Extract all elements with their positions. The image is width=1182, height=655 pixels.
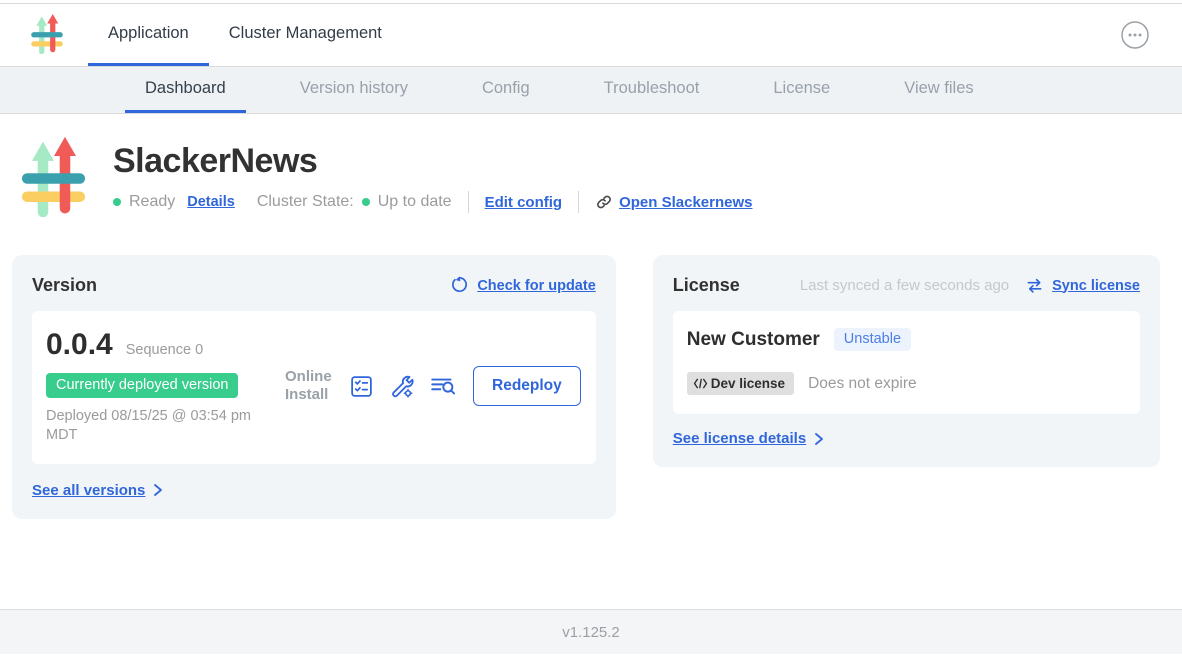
subnav-troubleshoot-label: Troubleshoot <box>604 79 700 98</box>
refresh-icon <box>450 276 469 295</box>
chevron-right-icon <box>153 483 163 497</box>
status-details-link[interactable]: Details <box>187 194 235 210</box>
subnav-dashboard-label: Dashboard <box>145 79 226 98</box>
divider <box>578 191 579 213</box>
see-all-versions-label: See all versions <box>32 482 145 499</box>
page-title: SlackerNews <box>113 142 752 181</box>
deployed-status-badge: Currently deployed version <box>46 373 238 398</box>
version-sequence: Sequence 0 <box>126 342 203 358</box>
see-all-versions[interactable]: See all versions <box>32 482 596 499</box>
chevron-right-icon <box>814 432 824 446</box>
install-type-label: Online Install <box>285 368 335 406</box>
divider <box>468 191 469 213</box>
link-icon <box>595 193 613 211</box>
slackernews-logo-icon <box>30 13 64 57</box>
subnav-tab-version-history[interactable]: Version history <box>280 67 428 113</box>
last-synced-text: Last synced a few seconds ago <box>800 277 1009 294</box>
app-status-row: Ready Details Cluster State: Up to date … <box>113 191 752 213</box>
tab-cluster-management[interactable]: Cluster Management <box>209 4 402 66</box>
cluster-state-label: Cluster State: <box>257 193 354 211</box>
app-logo-small <box>30 4 64 66</box>
version-card: Version Check for update 0.0.4 Sequence … <box>12 255 616 519</box>
sync-license[interactable]: Sync license <box>1025 276 1140 295</box>
app-status-dot <box>113 198 121 206</box>
current-version-panel: 0.0.4 Sequence 0 Currently deployed vers… <box>32 311 596 464</box>
dashboard-main: SlackerNews Ready Details Cluster State:… <box>0 114 1182 609</box>
license-type-badge: Dev license <box>687 372 794 395</box>
customer-name: New Customer <box>687 329 820 351</box>
edit-config-link[interactable]: Edit config <box>485 194 563 211</box>
deployed-timestamp: Deployed 08/15/25 @ 03:54 pm MDT <box>46 407 271 445</box>
license-expiry: Does not expire <box>808 375 917 393</box>
cluster-state-value: Up to date <box>378 193 452 211</box>
subnav-tab-config[interactable]: Config <box>462 67 550 113</box>
overflow-menu-button[interactable] <box>1120 20 1150 50</box>
app-logo-large <box>20 134 87 224</box>
sync-license-label: Sync license <box>1052 278 1140 294</box>
app-status-text: Ready <box>129 193 175 211</box>
version-card-title: Version <box>32 275 97 296</box>
subnav-license-label: License <box>773 79 830 98</box>
top-navigation: Application Cluster Management <box>0 3 1182 67</box>
console-version: v1.125.2 <box>562 624 620 641</box>
app-header: SlackerNews Ready Details Cluster State:… <box>0 114 1182 224</box>
config-wrench-icon[interactable] <box>388 373 415 400</box>
license-details-panel: New Customer Unstable Dev license Does n… <box>673 311 1140 414</box>
ellipsis-circle-icon <box>1120 20 1150 50</box>
open-app-link-label: Open Slackernews <box>619 194 752 211</box>
version-number: 0.0.4 <box>46 328 113 362</box>
check-for-update[interactable]: Check for update <box>450 276 595 295</box>
app-sub-navigation: Dashboard Version history Config Trouble… <box>0 67 1182 114</box>
subnav-config-label: Config <box>482 79 530 98</box>
redeploy-button[interactable]: Redeploy <box>473 366 581 406</box>
code-icon <box>693 378 708 389</box>
sync-icon <box>1025 276 1044 295</box>
tab-application[interactable]: Application <box>88 4 209 66</box>
subnav-version-history-label: Version history <box>300 79 408 98</box>
check-for-update-label: Check for update <box>477 278 595 294</box>
see-license-details-label: See license details <box>673 430 806 447</box>
tab-cluster-management-label: Cluster Management <box>229 24 382 43</box>
cluster-state-dot <box>362 198 370 206</box>
view-logs-icon[interactable] <box>429 373 457 399</box>
subnav-tab-troubleshoot[interactable]: Troubleshoot <box>584 67 720 113</box>
license-card-title: License <box>673 275 740 296</box>
app-footer: v1.125.2 <box>0 609 1182 654</box>
subnav-tab-license[interactable]: License <box>753 67 850 113</box>
preflight-checklist-icon[interactable] <box>349 374 374 399</box>
subnav-tab-view-files[interactable]: View files <box>884 67 993 113</box>
channel-badge: Unstable <box>834 328 911 351</box>
see-license-details[interactable]: See license details <box>673 430 1140 447</box>
subnav-view-files-label: View files <box>904 79 973 98</box>
open-app-link[interactable]: Open Slackernews <box>595 193 752 211</box>
subnav-tab-dashboard[interactable]: Dashboard <box>125 67 246 113</box>
license-card: License Last synced a few seconds ago Sy… <box>653 255 1160 467</box>
tab-application-label: Application <box>108 24 189 43</box>
license-type-label: Dev license <box>711 376 785 391</box>
